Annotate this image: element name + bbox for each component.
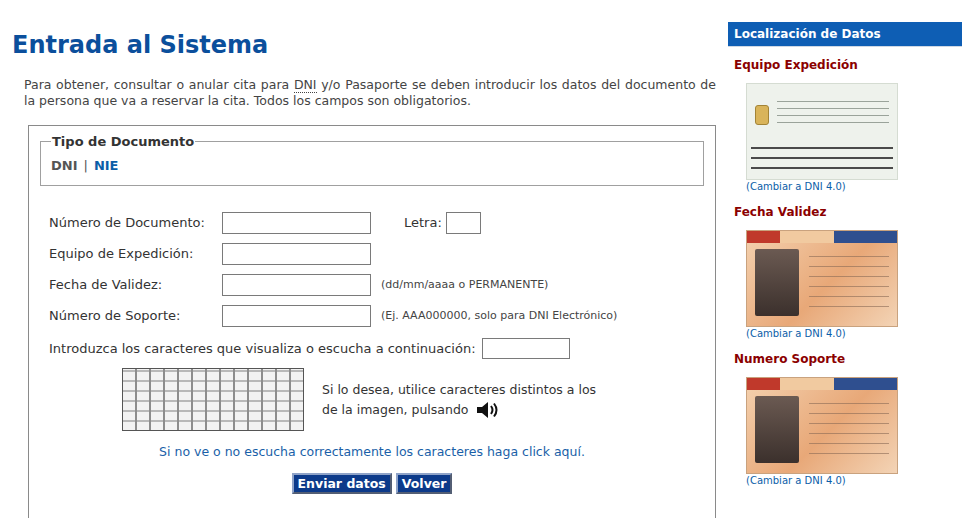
field-input[interactable] — [222, 243, 371, 265]
sidebar-section: Numero Soporte (Cambiar a DNI 4.0) — [728, 334, 962, 488]
main-content: Entrada al Sistema Para obtener, consult… — [0, 0, 716, 518]
captcha-area: Si lo desea, utilice caracteres distinto… — [40, 368, 704, 431]
field-row: Equipo de Expedición: — [49, 238, 704, 269]
sidebar-header: Localización de Datos — [728, 22, 962, 47]
card-body — [747, 243, 897, 326]
field-row: Fecha de Validez: (dd/mm/aaaa o PERMANEN… — [49, 269, 704, 300]
portrait-photo — [755, 396, 799, 463]
field-label: Número de Soporte: — [49, 308, 222, 323]
audio-text-line: Si lo desea, utilice caracteres distinto… — [322, 380, 596, 400]
captcha-label: Introduzca los caracteres que visualiza … — [49, 341, 476, 356]
form-button[interactable]: Volver — [396, 473, 453, 494]
portrait-photo — [755, 249, 799, 316]
sidebar: Localización de Datos Equipo Expedición … — [728, 0, 962, 518]
form-button[interactable]: Enviar datos — [292, 473, 392, 494]
card-body — [747, 390, 897, 473]
captcha-input[interactable] — [482, 338, 570, 359]
login-form: Tipo de Documento DNI | NIE Número de Doc… — [28, 125, 716, 518]
change-version-link[interactable]: (Cambiar a DNI 4.0) — [746, 474, 962, 488]
option-separator: | — [84, 158, 88, 173]
section-heading: Fecha Validez — [734, 203, 962, 221]
card-band — [747, 378, 897, 390]
letter-input[interactable] — [446, 212, 481, 234]
field-row: Número de Documento: Letra: — [49, 207, 704, 238]
section-heading: Equipo Expedición — [734, 56, 962, 74]
captcha-row: Introduzca los caracteres que visualiza … — [40, 336, 704, 360]
fields: Número de Documento: Letra: Equipo de Ex… — [40, 207, 704, 331]
field-hint: (Ej. AAA000000, solo para DNI Electrónic… — [381, 309, 617, 322]
change-version-link[interactable]: (Cambiar a DNI 4.0) — [746, 327, 962, 341]
document-type-legend: Tipo de Documento — [51, 134, 195, 149]
card-lines — [809, 396, 889, 463]
document-type-options: DNI | NIE — [51, 155, 693, 175]
field-row: Número de Soporte: (Ej. AAA000000, solo … — [49, 300, 704, 331]
document-type-fieldset: Tipo de Documento DNI | NIE — [40, 134, 704, 186]
field-label: Fecha de Validez: — [49, 277, 222, 292]
card-lines — [809, 249, 889, 316]
page: Entrada al Sistema Para obtener, consult… — [0, 0, 962, 518]
button-bar: Enviar datosVolver — [40, 473, 704, 494]
card-band — [747, 231, 897, 243]
card-mrz — [751, 145, 893, 175]
id-card-front-image — [746, 230, 898, 327]
speaker-icon[interactable] — [475, 400, 501, 420]
captcha-help: Si no ve o no escucha correctamente los … — [40, 443, 704, 461]
chip-icon — [755, 105, 769, 125]
page-title: Entrada al Sistema — [0, 0, 716, 59]
document-type-option[interactable]: NIE — [94, 158, 119, 173]
captcha-image — [122, 368, 304, 431]
field-input[interactable] — [222, 305, 371, 327]
field-input[interactable] — [222, 212, 371, 234]
section-heading: Numero Soporte — [734, 350, 962, 368]
change-version-link[interactable]: (Cambiar a DNI 4.0) — [746, 180, 962, 194]
id-card-front-image — [746, 377, 898, 474]
document-type-option: DNI — [51, 158, 78, 173]
audio-text-line: de la imagen, pulsando — [322, 400, 596, 420]
field-label: Número de Documento: — [49, 215, 222, 230]
captcha-audio-text: Si lo desea, utilice caracteres distinto… — [322, 380, 596, 420]
dni-abbr: DNI — [294, 77, 317, 93]
sidebar-section: Equipo Expedición (Cambiar a DNI 4.0) — [728, 40, 962, 194]
sidebar-section: Fecha Validez (Cambiar a DNI 4.0) — [728, 187, 962, 341]
field-label: Equipo de Expedición: — [49, 246, 222, 261]
card-top — [747, 84, 897, 145]
field-input[interactable] — [222, 274, 371, 296]
id-card-back-image — [746, 83, 898, 180]
card-lines — [777, 101, 889, 129]
field-hint: (dd/mm/aaaa o PERMANENTE) — [381, 278, 548, 291]
intro-text: Para obtener, consultar o anular cita pa… — [24, 77, 716, 109]
letter-label: Letra: — [404, 215, 442, 230]
captcha-help-link[interactable]: Si no ve o no escucha correctamente los … — [159, 444, 585, 459]
